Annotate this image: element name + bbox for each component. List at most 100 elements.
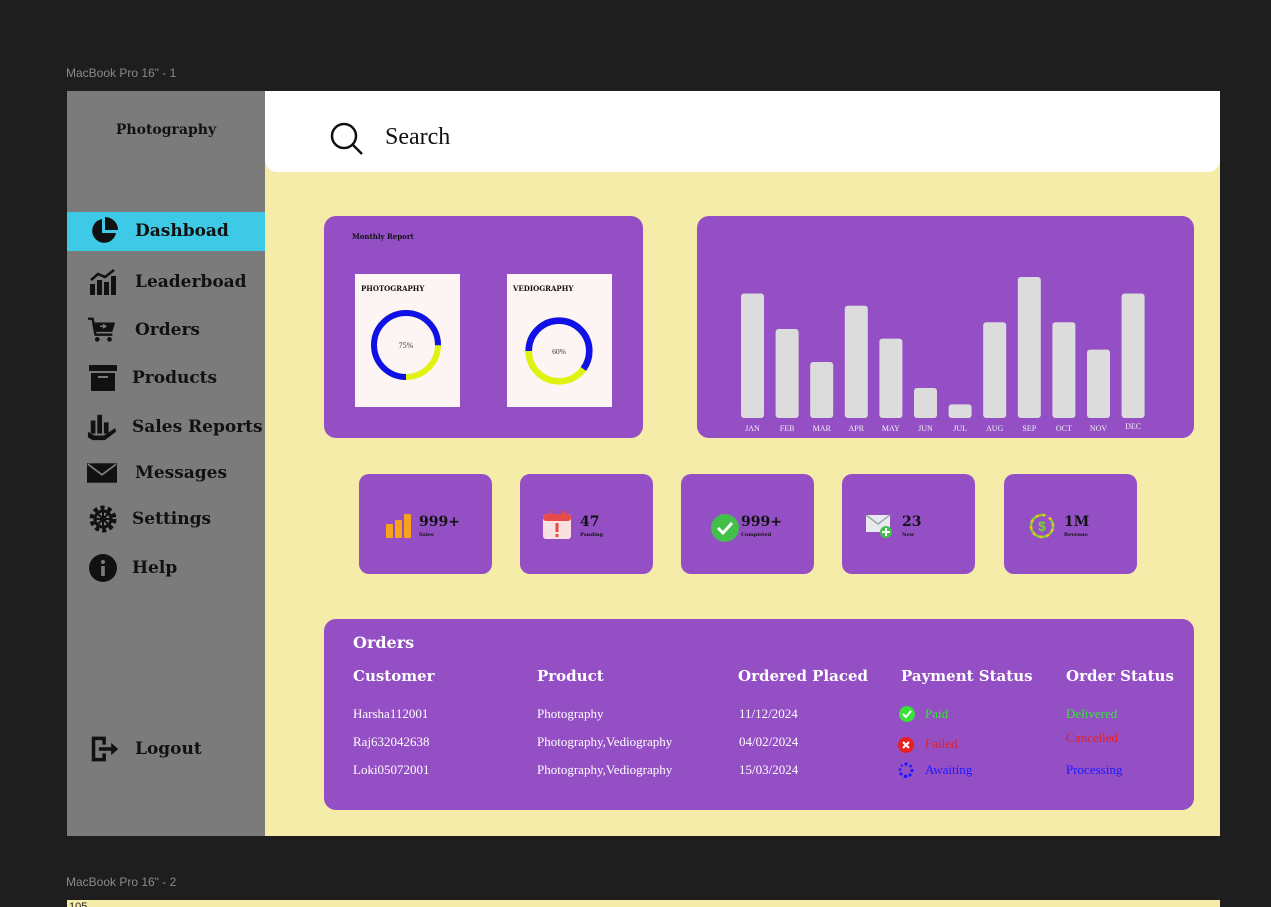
photography-title: PHOTOGRAPHY [361, 284, 425, 293]
monthly-bar-chart-card: JAN FEB MAR APR MAY JUN JUL AUG SEP OCT NOV DEC [697, 216, 1194, 438]
payment-status-cell: Paid [925, 706, 949, 721]
sidebar-item-dashboard[interactable]: Dashboad [67, 212, 265, 251]
sidebar-item-label: Leaderboad [135, 272, 247, 292]
stat-caption: Panding [580, 532, 604, 538]
photography-progress-ring: 75% [371, 310, 441, 380]
failed-x-icon [898, 737, 914, 753]
sidebar-item-label: Products [132, 368, 218, 388]
logout-icon [90, 734, 120, 764]
stat-card-completed[interactable]: 999+ Completed [681, 474, 814, 574]
sidebar-item-messages[interactable]: Messages [67, 454, 265, 493]
column-header-ordered-placed: Ordered Placed [738, 667, 869, 685]
orders-title: Orders [353, 633, 415, 652]
x-tick-label: JAN [745, 424, 760, 433]
search-bar [265, 91, 1220, 172]
photography-percent: 75% [399, 341, 414, 350]
payment-status-cell: Awaiting [925, 762, 973, 777]
x-tick-label: DEC [1125, 422, 1141, 431]
stat-caption: Completed [741, 532, 772, 538]
sidebar: Photography Dashboad Leaderboad Orders P… [67, 91, 265, 836]
info-icon [88, 553, 118, 583]
bar-jul [948, 404, 972, 418]
frame-label-1: MacBook Pro 16" - 1 [66, 66, 177, 80]
x-tick-label: AUG [986, 424, 1004, 433]
customer-cell: Harsha112001 [353, 706, 429, 721]
x-tick-label: NOV [1090, 424, 1108, 433]
sidebar-item-settings[interactable]: Settings [67, 500, 265, 539]
x-tick-label: APR [849, 424, 865, 433]
stat-caption: Sales [419, 532, 434, 538]
column-header-customer: Customer [353, 667, 435, 685]
column-header-product: Product [537, 667, 604, 685]
search-input[interactable] [385, 119, 985, 155]
date-cell: 04/02/2024 [739, 734, 799, 749]
stat-value: 999+ [741, 514, 782, 530]
mail-add-icon [865, 512, 894, 540]
x-tick-label: MAY [882, 424, 900, 433]
x-tick-label: OCT [1056, 424, 1072, 433]
hand-chart-icon [87, 412, 117, 442]
sidebar-item-label: Orders [135, 320, 200, 340]
bar-jun [914, 387, 937, 418]
bar-dec [1121, 293, 1145, 418]
x-tick-label: MAR [813, 424, 832, 433]
bar-apr [844, 305, 868, 418]
stat-card-revenue[interactable]: $ 1M Revenue [1004, 474, 1137, 574]
bar-feb [775, 329, 799, 418]
sidebar-item-label: Help [132, 558, 178, 578]
bar-may [879, 338, 903, 418]
vediography-percent: 60% [552, 347, 567, 356]
bar-mar [810, 361, 834, 418]
vediography-progress-ring: 60% [525, 317, 593, 385]
customer-cell: Raj632042638 [353, 734, 430, 749]
sidebar-item-label: Dashboad [135, 221, 229, 241]
archive-box-icon [88, 363, 118, 393]
order-status-cell: Processing [1066, 762, 1123, 777]
search-icon[interactable] [329, 121, 365, 157]
column-header-order-status: Order Status [1066, 667, 1174, 685]
check-circle-icon [711, 514, 739, 542]
pie-chart-icon [89, 216, 119, 246]
revenue-icon: $ [1028, 512, 1056, 540]
photography-card: PHOTOGRAPHY 75% [355, 274, 460, 407]
bar-aug [983, 322, 1007, 418]
product-cell: Photography,Vediography [537, 762, 673, 777]
svg-text:$: $ [1038, 518, 1046, 534]
sidebar-item-products[interactable]: Products [67, 359, 265, 398]
sidebar-item-sales-reports[interactable]: Sales Reports [67, 408, 265, 447]
column-header-payment-status: Payment Status [901, 667, 1033, 685]
vediography-card: VEDIOGRAPHY 60% [507, 274, 612, 407]
stat-card-panding[interactable]: 47 Panding [520, 474, 653, 574]
x-tick-label: JUL [953, 424, 967, 433]
paid-check-icon [899, 706, 915, 722]
sidebar-item-leaderboard[interactable]: Leaderboad [67, 263, 265, 302]
calendar-alert-icon [542, 510, 571, 539]
monthly-report-title: Monthly Report [352, 232, 414, 241]
stat-card-new[interactable]: 23 New [842, 474, 975, 574]
stat-caption: New [902, 532, 915, 538]
sidebar-item-label: Messages [135, 463, 228, 483]
payment-status-cell: Failed [925, 736, 958, 751]
brand-title: Photography [115, 122, 217, 138]
logout-button[interactable]: Logout [67, 730, 265, 769]
date-cell: 11/12/2024 [739, 706, 798, 721]
cart-icon [87, 315, 117, 345]
growth-chart-icon [88, 267, 118, 297]
order-status-cell: Delivered [1066, 706, 1118, 721]
product-cell: Photography,Vediography [537, 734, 673, 749]
order-status-cell: Cancelled [1066, 730, 1118, 745]
stat-value: 999+ [419, 514, 460, 530]
dashboard-frame: Photography Dashboad Leaderboad Orders P… [67, 91, 1220, 836]
date-cell: 15/03/2024 [739, 762, 799, 777]
sidebar-item-label: Sales Reports [132, 417, 263, 437]
customer-cell: Loki05072001 [353, 762, 430, 777]
product-cell: Photography [537, 706, 604, 721]
sidebar-item-orders[interactable]: Orders [67, 311, 265, 350]
monthly-bar-chart: JAN FEB MAR APR MAY JUN JUL AUG SEP OCT NOV DEC [741, 277, 1145, 433]
awaiting-spinner-icon [898, 762, 914, 779]
stat-card-sales[interactable]: 999+ Sales [359, 474, 492, 574]
x-tick-label: JUN [918, 424, 933, 433]
envelope-icon [87, 458, 117, 488]
sidebar-item-help[interactable]: Help [67, 549, 265, 588]
stat-value: 47 [580, 514, 600, 530]
